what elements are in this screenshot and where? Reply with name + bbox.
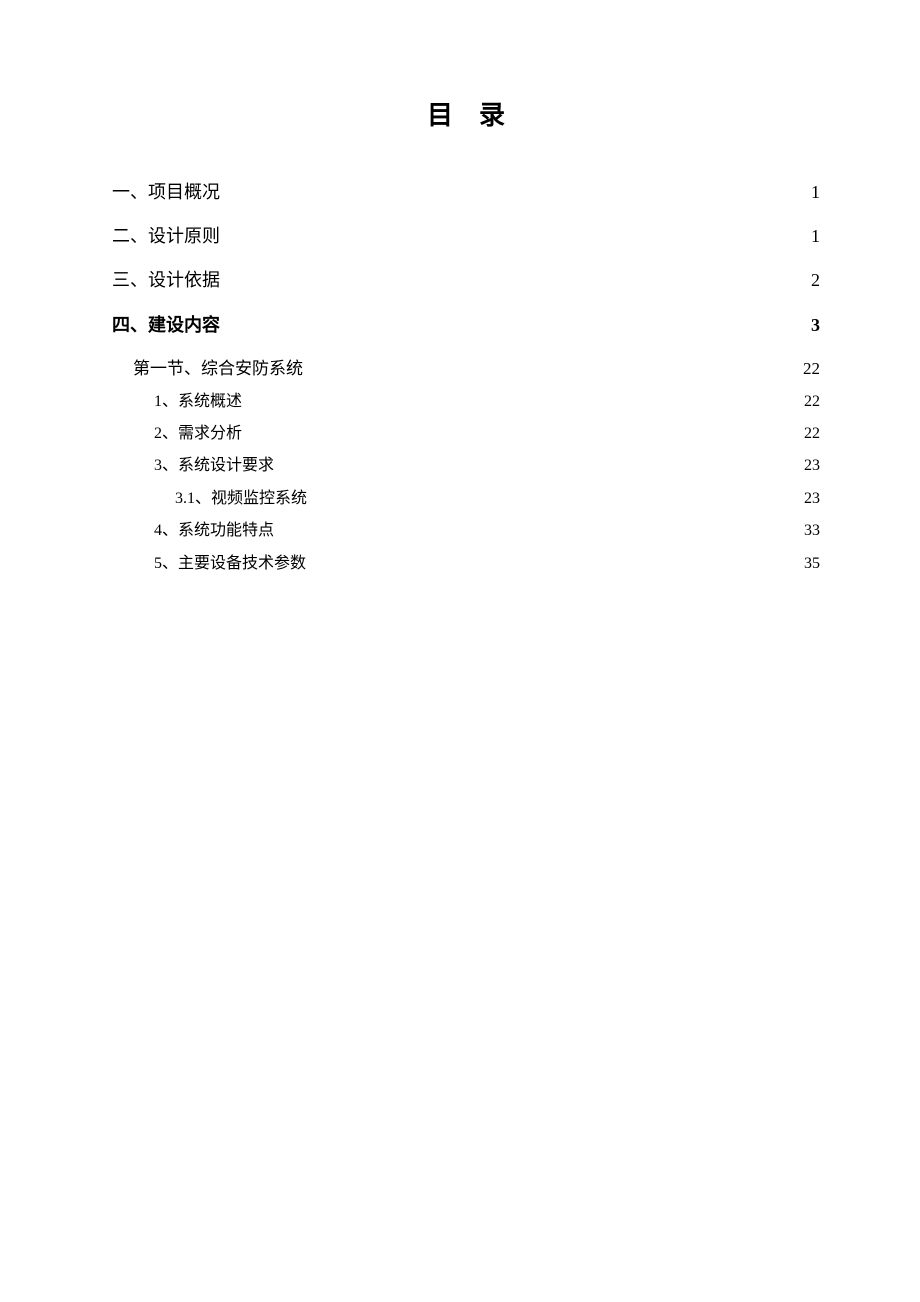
toc-entry[interactable]: 第一节、综合安防系统 22 [133, 357, 820, 381]
toc-entry[interactable]: 2、需求分析 22 [154, 423, 820, 445]
toc-label: 四、建设内容 [112, 313, 220, 338]
toc-page-number: 1 [798, 224, 820, 249]
toc-label: 5、主要设备技术参数 [154, 553, 306, 575]
toc-page-number: 22 [798, 357, 820, 381]
toc-page-number: 22 [798, 423, 820, 445]
toc-entry[interactable]: 二、设计原则 1 [112, 224, 820, 249]
toc-label: 二、设计原则 [112, 224, 220, 249]
toc-page-number: 23 [798, 455, 820, 477]
toc-entry[interactable]: 4、系统功能特点 33 [154, 520, 820, 542]
toc-label: 1、系统概述 [154, 391, 242, 413]
toc-entry[interactable]: 三、设计依据 2 [112, 268, 820, 293]
toc-label: 三、设计依据 [112, 268, 220, 293]
toc-entry[interactable]: 1、系统概述 22 [154, 391, 820, 413]
toc-label: 第一节、综合安防系统 [133, 357, 303, 381]
toc-page-number: 33 [798, 520, 820, 542]
toc-page-number: 1 [798, 180, 820, 205]
toc-label: 一、项目概况 [112, 180, 220, 205]
toc-page-number: 35 [798, 553, 820, 575]
toc-label: 4、系统功能特点 [154, 520, 274, 542]
toc-entry[interactable]: 一、项目概况 1 [112, 180, 820, 205]
toc-page-number: 2 [798, 268, 820, 293]
toc-entry[interactable]: 3.1、视频监控系统 23 [175, 488, 820, 510]
toc-page-number: 23 [798, 488, 820, 510]
page-title: 目录 [112, 95, 820, 132]
toc-entry[interactable]: 5、主要设备技术参数 35 [154, 553, 820, 575]
toc-entry[interactable]: 四、建设内容 3 [112, 313, 820, 338]
toc-page-number: 22 [798, 391, 820, 413]
toc-label: 3.1、视频监控系统 [175, 488, 307, 510]
toc-page-number: 3 [798, 313, 820, 338]
toc-entry[interactable]: 3、系统设计要求 23 [154, 455, 820, 477]
toc-list: 一、项目概况 1 二、设计原则 1 三、设计依据 2 四、建设内容 3 第一节、综合安防系统 22… [112, 180, 820, 575]
toc-label: 2、需求分析 [154, 423, 242, 445]
toc-label: 3、系统设计要求 [154, 455, 274, 477]
